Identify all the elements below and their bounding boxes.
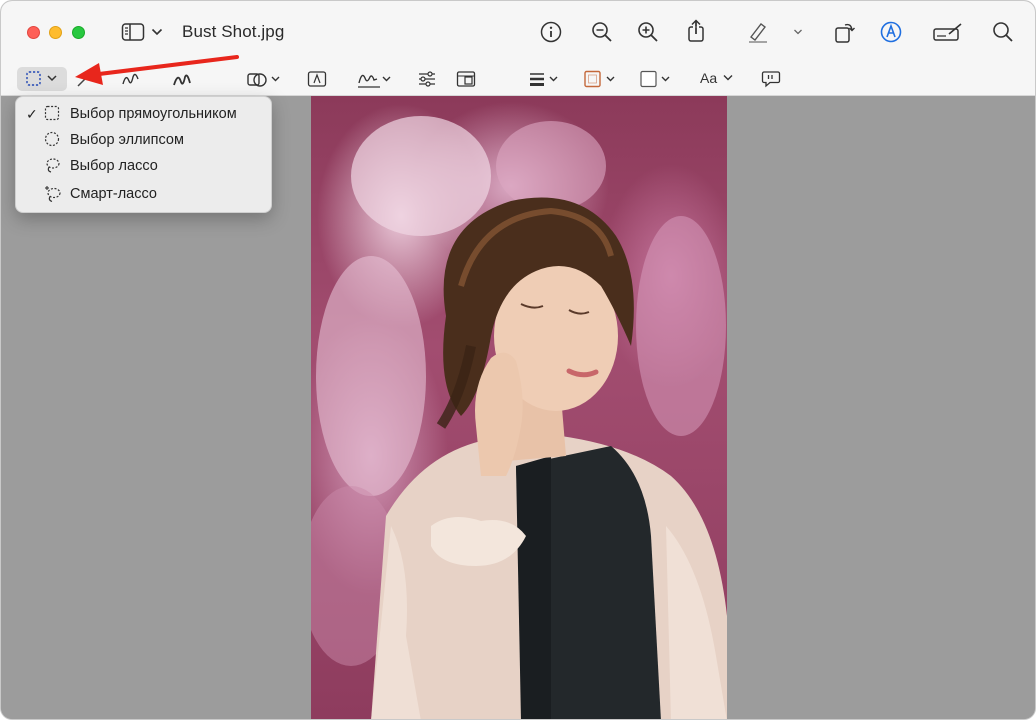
lasso-selection-icon xyxy=(44,157,60,178)
zoom-window-button[interactable] xyxy=(72,26,85,39)
annotation-arrow xyxy=(61,51,241,96)
adjust-size-icon[interactable] xyxy=(456,70,476,88)
close-window-button[interactable] xyxy=(27,26,40,39)
menu-item-lasso-selection[interactable]: Выбор лассо xyxy=(16,153,271,179)
info-icon[interactable] xyxy=(540,21,562,43)
menu-item-label: Выбор лассо xyxy=(70,158,158,174)
chevron-down-icon[interactable] xyxy=(151,27,163,37)
selection-tools-button[interactable] xyxy=(17,67,67,91)
line-style-icon[interactable] xyxy=(528,70,562,88)
signature-icon[interactable] xyxy=(356,68,392,90)
zoom-out-icon[interactable] xyxy=(591,21,613,43)
search-icon[interactable] xyxy=(992,21,1014,43)
menu-item-rectangle-selection[interactable]: ✓ Выбор прямоугольником xyxy=(16,101,271,127)
menu-item-label: Выбор эллипсом xyxy=(70,132,184,148)
border-color-icon[interactable] xyxy=(583,70,619,88)
menu-item-label: Смарт-лассо xyxy=(70,186,157,202)
fill-color-icon[interactable] xyxy=(639,70,675,88)
chevron-down-icon[interactable] xyxy=(722,73,734,83)
menu-item-label: Выбор прямоугольником xyxy=(70,106,237,122)
menu-item-smart-lasso[interactable]: Смарт-лассо xyxy=(16,181,271,207)
minimize-window-button[interactable] xyxy=(49,26,62,39)
menu-item-ellipse-selection[interactable]: Выбор эллипсом xyxy=(16,127,271,153)
markup-icon[interactable] xyxy=(880,21,902,43)
bust-shot-image[interactable] xyxy=(311,96,727,719)
text-style-label: Aa xyxy=(700,70,718,86)
zoom-in-icon[interactable] xyxy=(637,21,659,43)
rotate-icon[interactable] xyxy=(833,20,857,44)
sign-icon[interactable] xyxy=(933,21,963,43)
sidebar-icon[interactable] xyxy=(121,22,145,42)
preview-window: Bust Shot.jpg Aa ✓ Выбор прямоугольником… xyxy=(0,0,1036,720)
share-icon[interactable] xyxy=(686,19,706,43)
shapes-icon[interactable] xyxy=(246,68,282,90)
text-style-button[interactable]: Aa xyxy=(700,70,717,86)
checkmark-icon: ✓ xyxy=(26,106,38,122)
ellipse-selection-icon xyxy=(44,131,60,152)
window-title: Bust Shot.jpg xyxy=(182,22,285,41)
smart-lasso-icon xyxy=(44,185,62,208)
selection-tools-menu: ✓ Выбор прямоугольником Выбор эллипсом В… xyxy=(15,96,272,213)
note-icon[interactable] xyxy=(761,70,781,88)
text-box-icon[interactable] xyxy=(307,70,327,88)
chevron-down-icon[interactable] xyxy=(793,28,803,36)
rectangle-selection-icon xyxy=(44,105,60,126)
adjust-color-icon[interactable] xyxy=(417,70,437,88)
highlight-pen-icon[interactable] xyxy=(746,20,770,44)
